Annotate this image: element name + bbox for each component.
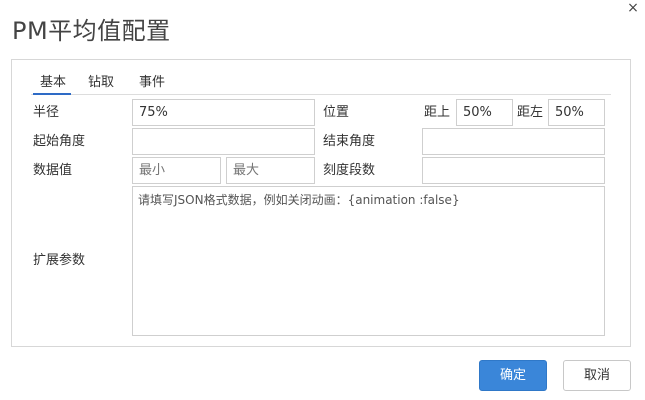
end-angle-input[interactable] — [422, 128, 605, 155]
position-top-input[interactable] — [456, 99, 513, 126]
radius-input[interactable] — [132, 99, 315, 126]
extended-params-label: 扩展参数 — [33, 253, 86, 268]
tab-bar: 基本 钻取 事件 — [31, 73, 611, 95]
config-panel: 基本 钻取 事件 半径 位置 距上 距左 起始角度 结束角度 数据值 刻度段数 … — [11, 59, 631, 347]
tab-basic[interactable]: 基本 — [33, 74, 71, 95]
cancel-button[interactable]: 取消 — [563, 360, 631, 391]
data-max-input[interactable] — [226, 157, 315, 184]
start-angle-label: 起始角度 — [33, 134, 86, 149]
end-angle-label: 结束角度 — [323, 134, 376, 149]
scale-segments-input[interactable] — [422, 157, 605, 184]
radius-label: 半径 — [33, 105, 60, 120]
extended-params-textarea[interactable]: 请填写JSON格式数据，例如关闭动画：{animation :false} — [132, 186, 605, 336]
scale-segments-label: 刻度段数 — [323, 163, 376, 178]
position-top-label: 距上 — [424, 105, 451, 120]
tab-events[interactable]: 事件 — [139, 74, 165, 95]
confirm-button[interactable]: 确定 — [479, 360, 547, 391]
start-angle-input[interactable] — [132, 128, 315, 155]
position-left-label: 距左 — [517, 105, 544, 120]
dialog-title: PM平均值配置 — [12, 17, 171, 45]
data-value-label: 数据值 — [33, 163, 73, 178]
tab-drilldown[interactable]: 钻取 — [88, 74, 114, 95]
position-left-input[interactable] — [548, 99, 605, 126]
data-min-input[interactable] — [132, 157, 221, 184]
close-icon[interactable]: × — [626, 0, 640, 16]
position-label: 位置 — [323, 105, 350, 120]
